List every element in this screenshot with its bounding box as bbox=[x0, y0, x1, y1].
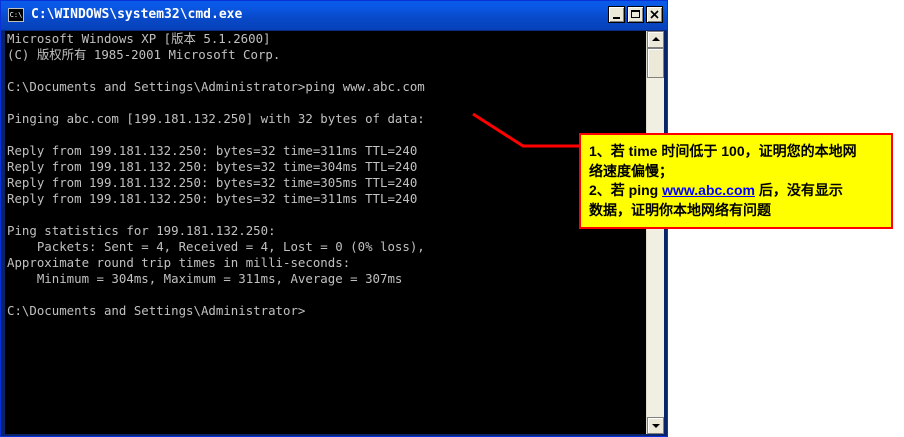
callout-line-3-prefix: 2、若 ping bbox=[589, 182, 663, 198]
scroll-thumb[interactable] bbox=[647, 48, 664, 78]
scroll-down-button[interactable] bbox=[647, 417, 664, 434]
console-line: Reply from 199.181.132.250: bytes=32 tim… bbox=[7, 143, 418, 158]
scroll-up-button[interactable] bbox=[647, 31, 664, 48]
callout-line-3-suffix: 后，没有显示 bbox=[754, 182, 843, 198]
console-line: Ping statistics for 199.181.132.250: bbox=[7, 223, 276, 238]
cmd-window: C:\ C:\WINDOWS\system32\cmd.exe Microsof… bbox=[0, 0, 668, 437]
callout-link[interactable]: www.abc.com bbox=[662, 182, 755, 198]
callout-line-4: 数据，证明你本地网络有问题 bbox=[589, 201, 771, 218]
close-icon bbox=[650, 10, 659, 19]
console-line: Reply from 199.181.132.250: bytes=32 tim… bbox=[7, 159, 418, 174]
close-button[interactable] bbox=[646, 6, 663, 23]
vertical-scrollbar[interactable] bbox=[646, 31, 664, 434]
console-line: Reply from 199.181.132.250: bytes=32 tim… bbox=[7, 191, 418, 206]
callout-line-1: 1、若 time 时间低于 100，证明您的本地网 bbox=[589, 143, 857, 159]
annotation-callout: 1、若 time 时间低于 100，证明您的本地网 络速度偏慢； 2、若 pin… bbox=[579, 133, 893, 229]
console-line: Packets: Sent = 4, Received = 4, Lost = … bbox=[7, 239, 425, 254]
console-line: Minimum = 304ms, Maximum = 311ms, Averag… bbox=[7, 271, 403, 286]
console-line: Reply from 199.181.132.250: bytes=32 tim… bbox=[7, 175, 418, 190]
console-line: Microsoft Windows XP [版本 5.1.2600] bbox=[7, 31, 271, 46]
console-line: C:\Documents and Settings\Administrator> bbox=[7, 303, 306, 318]
callout-line-2: 络速度偏慢； bbox=[589, 162, 673, 179]
console-line: Approximate round trip times in milli-se… bbox=[7, 255, 351, 270]
console-line: Pinging abc.com [199.181.132.250] with 3… bbox=[7, 111, 425, 126]
console-line: (C) 版权所有 1985-2001 Microsoft Corp. bbox=[7, 47, 281, 62]
window-title: C:\WINDOWS\system32\cmd.exe bbox=[31, 7, 243, 22]
title-bar[interactable]: C:\ C:\WINDOWS\system32\cmd.exe bbox=[1, 1, 667, 31]
cmd-icon[interactable]: C:\ bbox=[8, 8, 24, 22]
minimize-button[interactable] bbox=[608, 6, 625, 23]
console-output[interactable]: Microsoft Windows XP [版本 5.1.2600] (C) 版权… bbox=[5, 31, 646, 434]
console-line: C:\Documents and Settings\Administrator>… bbox=[7, 79, 425, 94]
callout-line-3: 2、若 ping www.abc.com 后，没有显示 bbox=[589, 181, 891, 201]
maximize-button[interactable] bbox=[627, 6, 644, 23]
console-lines: Microsoft Windows XP [版本 5.1.2600] (C) 版权… bbox=[7, 31, 425, 319]
